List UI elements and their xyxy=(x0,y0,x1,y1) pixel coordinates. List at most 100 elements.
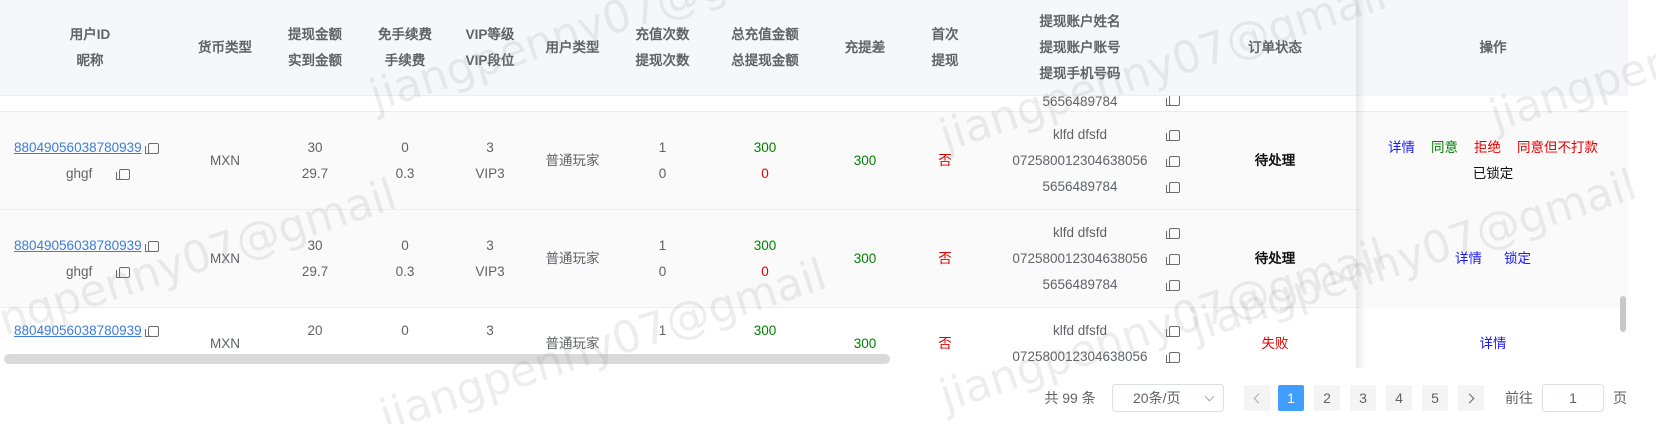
vip-rank-text: VIP3 xyxy=(475,264,505,279)
uid-line: 88049056038780939 xyxy=(14,318,159,344)
diff-text: 300 xyxy=(853,251,877,266)
counts-cell: 1 0 xyxy=(615,112,710,210)
account-cell: klfd dfsfd 072580012304638056 xyxy=(980,308,1180,368)
chevron-down-icon xyxy=(1204,391,1215,401)
page-size-value: 20条/页 xyxy=(1133,390,1181,406)
amount-text: 30 xyxy=(307,238,323,253)
copy-icon[interactable] xyxy=(1166,254,1180,265)
account-name-line: klfd dfsfd xyxy=(980,122,1180,148)
recharge-count-text: 1 xyxy=(658,140,667,155)
status-text: 失败 xyxy=(1261,336,1289,351)
page-2-button[interactable]: 2 xyxy=(1314,385,1340,411)
account-no-text: 072580012304638056 xyxy=(1012,153,1148,168)
copy-icon[interactable] xyxy=(1166,130,1180,141)
diff-text: 300 xyxy=(853,153,877,168)
uid-link[interactable]: 88049056038780939 xyxy=(14,318,142,344)
nickname-line: ghgf xyxy=(14,259,164,285)
status-text: 待处理 xyxy=(1254,153,1296,168)
page-5-label: 5 xyxy=(1431,390,1439,406)
copy-icon[interactable] xyxy=(144,325,159,337)
approve-no-pay-button[interactable]: 同意但不打款 xyxy=(1517,135,1598,161)
user-type-cell: 普通玩家 xyxy=(530,210,615,308)
header-ops-label: 操作 xyxy=(1479,40,1507,55)
page-1-button[interactable]: 1 xyxy=(1278,385,1304,411)
vip-level-text: 3 xyxy=(486,323,494,338)
table-row: 88049056038780939 ghgf MXN 30 29.7 0 0.3 xyxy=(0,112,1628,210)
details-button[interactable]: 详情 xyxy=(1455,246,1482,272)
header-status: 订单状态 xyxy=(1180,0,1370,96)
table-row: 5656489784 xyxy=(0,96,1628,112)
copy-icon[interactable] xyxy=(116,168,131,180)
chevron-left-icon xyxy=(1253,393,1264,403)
ops-cell: 详情 同意 拒绝 同意但不打款 已锁定 xyxy=(1358,112,1628,210)
copy-icon[interactable] xyxy=(1166,280,1180,291)
first-withdraw-cell: 否 xyxy=(910,308,980,368)
withdraw-table: 用户ID 昵称 货币类型 提现金额 实到金额 免手续费 手续费 VIP等级 VI… xyxy=(0,0,1628,368)
reject-button[interactable]: 拒绝 xyxy=(1474,135,1501,161)
total-count-text: 共 99 条 xyxy=(1044,390,1096,406)
copy-icon[interactable] xyxy=(1166,182,1180,193)
user-type-text: 普通玩家 xyxy=(545,153,600,168)
details-button[interactable]: 详情 xyxy=(1388,135,1415,161)
page-5-button[interactable]: 5 xyxy=(1422,385,1448,411)
total-recharge-text: 300 xyxy=(753,323,777,338)
account-no-line: 072580012304638056 xyxy=(980,148,1180,174)
fixed-column-shadow xyxy=(1356,0,1366,368)
chevron-right-icon xyxy=(1464,393,1475,403)
totals-cell: 300 0 xyxy=(710,112,820,210)
prev-page-button[interactable] xyxy=(1244,385,1270,411)
header-totals: 总充值金额 总提现金额 xyxy=(710,0,820,96)
table-header: 用户ID 昵称 货币类型 提现金额 实到金额 免手续费 手续费 VIP等级 VI… xyxy=(0,0,1628,96)
account-no-text: 072580012304638056 xyxy=(1012,251,1148,266)
fee-cell: 0 0.3 xyxy=(360,112,450,210)
uid-link[interactable]: 88049056038780939 xyxy=(14,135,142,161)
diff-cell: 300 xyxy=(820,210,910,308)
header-first-label-1: 首次 xyxy=(931,27,959,42)
lock-button[interactable]: 锁定 xyxy=(1504,246,1531,272)
copy-icon[interactable] xyxy=(144,240,159,252)
header-currency: 货币类型 xyxy=(180,0,270,96)
copy-icon[interactable] xyxy=(1166,96,1180,106)
copy-icon[interactable] xyxy=(116,266,131,278)
free-fee-text: 0 xyxy=(401,323,409,338)
page-3-button[interactable]: 3 xyxy=(1350,385,1376,411)
account-no-line: 072580012304638056 xyxy=(980,246,1180,272)
goto-input-wrap xyxy=(1542,384,1604,412)
uid-link[interactable]: 88049056038780939 xyxy=(14,233,142,259)
header-account-name-label: 提现账户姓名 xyxy=(1039,14,1121,29)
actual-amount-text: 29.7 xyxy=(301,166,329,181)
pagination: 共 99 条 20条/页 1 2 3 4 5 前往 页 xyxy=(0,384,1656,412)
recharge-count-text: 1 xyxy=(658,323,667,338)
details-button[interactable]: 详情 xyxy=(1480,331,1507,357)
vip-level-text: 3 xyxy=(486,140,494,155)
header-first: 首次 提现 xyxy=(910,0,980,96)
copy-icon[interactable] xyxy=(1166,156,1180,167)
copy-icon[interactable] xyxy=(1166,326,1180,337)
horizontal-scrollbar[interactable] xyxy=(4,354,890,364)
copy-icon[interactable] xyxy=(1166,352,1180,363)
total-withdraw-text: 0 xyxy=(761,264,769,279)
page-4-button[interactable]: 4 xyxy=(1386,385,1412,411)
approve-button[interactable]: 同意 xyxy=(1431,135,1458,161)
phone-line: 5656489784 xyxy=(980,272,1180,298)
account-no-text: 072580012304638056 xyxy=(1012,349,1148,364)
header-amount: 提现金额 实到金额 xyxy=(270,0,360,96)
header-amount-label: 提现金额 xyxy=(288,27,342,42)
header-actual-label: 实到金额 xyxy=(288,53,342,68)
total-withdraw-text: 0 xyxy=(761,166,769,181)
amount-cell: 30 29.7 xyxy=(270,112,360,210)
goto-page-input[interactable] xyxy=(1542,384,1604,412)
page-size-select[interactable]: 20条/页 xyxy=(1112,384,1224,412)
copy-icon[interactable] xyxy=(144,142,159,154)
copy-icon[interactable] xyxy=(1166,228,1180,239)
next-page-button[interactable] xyxy=(1458,385,1484,411)
vip-cell: 3 VIP3 xyxy=(450,210,530,308)
total-recharge-text: 300 xyxy=(753,238,777,253)
header-counts: 充值次数 提现次数 xyxy=(615,0,710,96)
status-cell: 待处理 xyxy=(1180,210,1370,308)
ops-group: 详情 锁定 xyxy=(1455,246,1531,272)
vertical-scrollbar[interactable] xyxy=(1620,296,1626,332)
account-cell: 5656489784 xyxy=(980,96,1180,112)
account-name-text: klfd dfsfd xyxy=(1052,225,1108,240)
goto-label: 前往 xyxy=(1504,384,1534,412)
